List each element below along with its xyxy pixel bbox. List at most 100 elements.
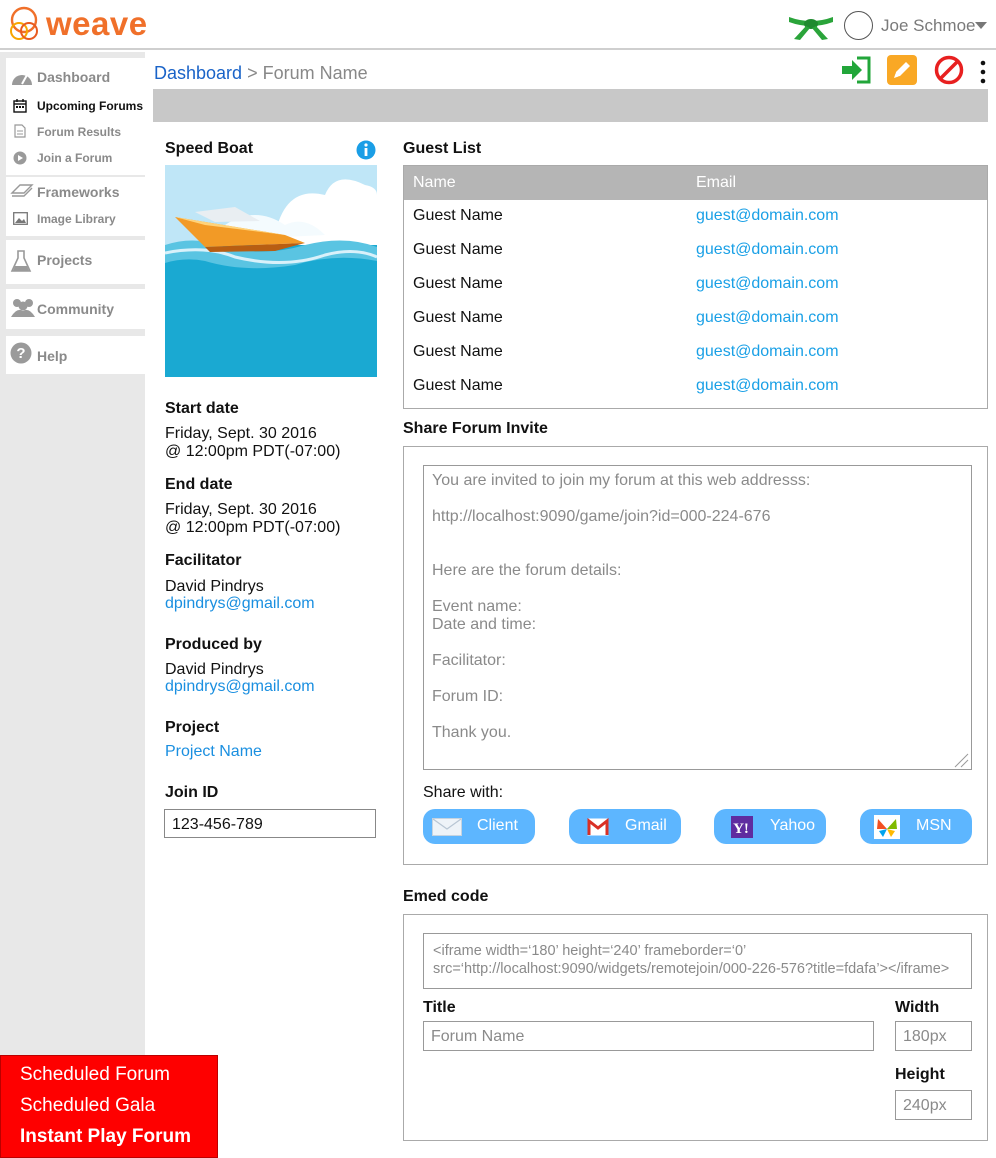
share-with-label: Share with:: [423, 784, 504, 801]
end-time-value: @ 12:00pm PDT(-07:00): [165, 519, 341, 536]
enter-icon[interactable]: [840, 55, 872, 85]
embed-height-input[interactable]: 240px: [895, 1090, 972, 1120]
table-row: Guest Name guest@domain.com: [404, 370, 987, 404]
sidebar-group-frameworks: Frameworks Image Library: [6, 177, 145, 236]
guest-email-link[interactable]: guest@domain.com: [696, 241, 839, 259]
guest-list-title: Guest List: [403, 140, 482, 157]
table-row: Guest Name guest@domain.com: [404, 336, 987, 370]
sidebar-item-join-forum[interactable]: Join a Forum: [37, 151, 112, 165]
invite-line: Facilitator:: [432, 652, 506, 669]
dashboard-gauge-icon: [12, 74, 32, 85]
gmail-icon: [587, 818, 609, 836]
breadcrumb-separator: >: [242, 63, 263, 83]
menu-item-scheduled-forum[interactable]: Scheduled Forum: [20, 1064, 170, 1086]
share-gmail-label: Gmail: [625, 817, 667, 834]
document-icon: [14, 124, 26, 138]
sidebar-item-frameworks[interactable]: Frameworks: [37, 184, 119, 200]
logo-wordmark: weave: [46, 5, 148, 42]
guest-name: Guest Name: [413, 343, 503, 360]
weave-logo[interactable]: weave: [8, 6, 148, 42]
cancel-icon[interactable]: [934, 55, 964, 85]
table-row: Guest Name guest@domain.com: [404, 302, 987, 336]
producer-name: David Pindrys: [165, 661, 264, 678]
share-gmail-button[interactable]: Gmail: [569, 809, 681, 844]
share-client-label: Client: [477, 817, 518, 834]
facilitator-email-link[interactable]: dpindrys@gmail.com: [165, 595, 315, 613]
invite-line: Thank you.: [432, 724, 512, 741]
project-link[interactable]: Project Name: [165, 743, 262, 761]
producer-email-link[interactable]: dpindrys@gmail.com: [165, 678, 315, 696]
username[interactable]: Joe Schmoe: [881, 16, 976, 36]
invite-line: Here are the forum details:: [432, 562, 622, 579]
guest-email-link[interactable]: guest@domain.com: [696, 309, 839, 327]
sidebar-item-dashboard[interactable]: Dashboard: [37, 69, 110, 85]
envelope-icon: [432, 818, 462, 836]
embed-height-label: Height: [895, 1066, 945, 1083]
sidebar-group-dashboard: Dashboard Upcoming Forums Forum Results …: [6, 58, 145, 175]
play-circle-icon: [13, 151, 27, 165]
join-id-field[interactable]: 123-456-789: [164, 809, 376, 838]
share-msn-button[interactable]: MSN: [860, 809, 972, 844]
embed-title-input[interactable]: Forum Name: [423, 1021, 874, 1051]
end-date-value: Friday, Sept. 30 2016: [165, 501, 317, 518]
invite-line: Forum ID:: [432, 688, 504, 705]
start-time-value: @ 12:00pm PDT(-07:00): [165, 443, 341, 460]
flask-icon: [10, 250, 32, 272]
sidebar: Dashboard Upcoming Forums Forum Results …: [0, 52, 145, 1158]
sidebar-item-upcoming-forums[interactable]: Upcoming Forums: [37, 99, 143, 113]
yahoo-icon: Y!: [731, 816, 753, 838]
embed-code-field[interactable]: <iframe width=‘180’ height=‘240’ framebo…: [423, 933, 972, 989]
guest-email-link[interactable]: guest@domain.com: [696, 207, 839, 225]
invite-line: Event name:: [432, 598, 522, 615]
calendar-icon: [13, 99, 27, 113]
guest-email-link[interactable]: guest@domain.com: [696, 275, 839, 293]
green-belt-icon: [789, 17, 833, 40]
guest-name: Guest Name: [413, 377, 503, 394]
embed-width-input[interactable]: 180px: [895, 1021, 972, 1051]
menu-item-instant-play-forum[interactable]: Instant Play Forum: [20, 1126, 191, 1148]
weave-logo-icon: [10, 6, 38, 40]
chevron-down-icon[interactable]: [975, 22, 987, 29]
forum-cover-image: [165, 165, 377, 377]
sidebar-item-forum-results[interactable]: Forum Results: [37, 125, 121, 139]
share-client-button[interactable]: Client: [423, 809, 535, 844]
guest-table-header: Name Email: [404, 166, 987, 200]
menu-item-scheduled-gala[interactable]: Scheduled Gala: [20, 1095, 155, 1117]
share-msn-label: MSN: [916, 817, 952, 834]
more-options-icon[interactable]: [979, 60, 987, 84]
svg-text:?: ?: [16, 345, 25, 362]
column-header-email[interactable]: Email: [696, 174, 736, 192]
avatar[interactable]: [844, 11, 873, 40]
share-yahoo-button[interactable]: Y! Yahoo: [714, 809, 826, 844]
resize-handle-icon[interactable]: [953, 752, 969, 768]
sidebar-item-projects[interactable]: Projects: [37, 252, 92, 268]
speed-boat-illustration: [165, 165, 377, 377]
invite-line: You are invited to join my forum at this…: [432, 472, 811, 489]
sidebar-item-help[interactable]: Help: [37, 348, 67, 364]
info-icon[interactable]: [356, 140, 376, 160]
top-bar: weave Joe Schmoe: [0, 0, 996, 50]
guest-email-link[interactable]: guest@domain.com: [696, 343, 839, 361]
table-row: Guest Name guest@domain.com: [404, 268, 987, 302]
help-icon: ?: [10, 342, 32, 364]
embed-title-label: Title: [423, 999, 456, 1016]
facilitator-name: David Pindrys: [165, 578, 264, 595]
table-row: Guest Name guest@domain.com: [404, 234, 987, 268]
sidebar-group-help: ? Help: [6, 336, 145, 374]
edit-icon[interactable]: [887, 55, 917, 85]
svg-text:Y!: Y!: [733, 821, 749, 837]
guest-name: Guest Name: [413, 241, 503, 258]
guest-name: Guest Name: [413, 207, 503, 224]
breadcrumb-current: Forum Name: [262, 63, 368, 83]
msn-butterfly-icon: [874, 815, 900, 839]
toolbar-band: [153, 89, 988, 122]
guest-email-link[interactable]: guest@domain.com: [696, 377, 839, 395]
table-row: Guest Name guest@domain.com: [404, 200, 987, 234]
breadcrumb-dashboard-link[interactable]: Dashboard: [154, 63, 242, 83]
sidebar-group-community: Community: [6, 289, 145, 329]
sidebar-item-community[interactable]: Community: [37, 301, 114, 317]
project-label: Project: [165, 719, 220, 736]
column-header-name[interactable]: Name: [413, 174, 456, 192]
share-invite-title: Share Forum Invite: [403, 420, 548, 437]
sidebar-item-image-library[interactable]: Image Library: [37, 212, 116, 226]
